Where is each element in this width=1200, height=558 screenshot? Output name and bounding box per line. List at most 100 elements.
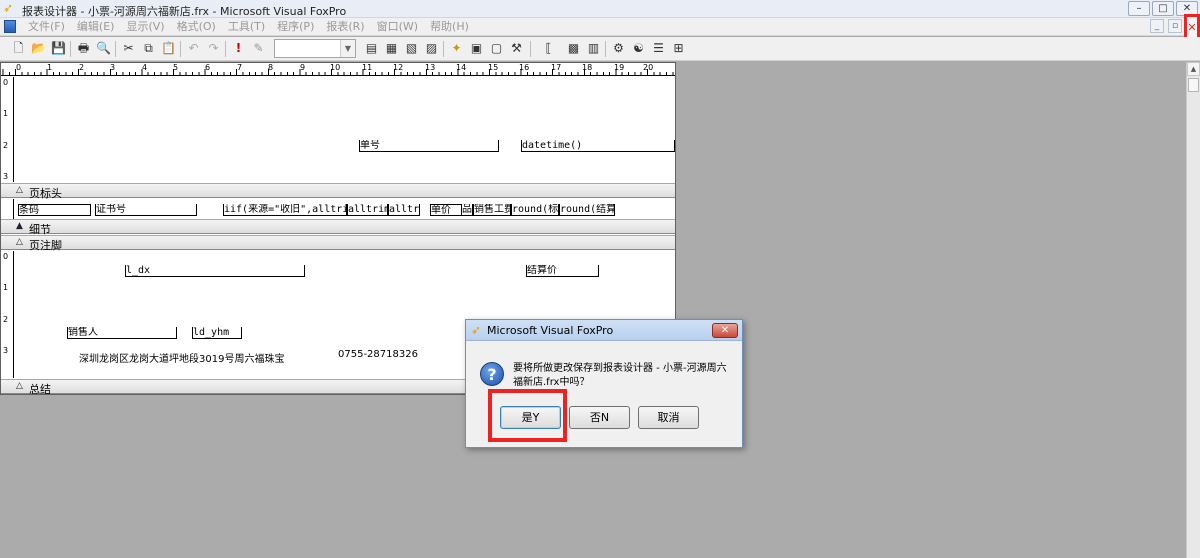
undo-icon[interactable]: ↶: [185, 40, 202, 57]
band-label: 总结: [29, 383, 51, 395]
ruler-number: 0: [3, 78, 9, 87]
layout-icon[interactable]: ▧: [403, 40, 420, 57]
field-alltrim-1[interactable]: alltrim: [347, 204, 388, 216]
ruler-number: 14: [456, 63, 467, 72]
dialog-title-bar: ➶ Microsoft Visual FoxPro ✕: [466, 320, 742, 341]
title-bar: ➶ 报表设计器 - 小票-河源周六福新店.frx - Microsoft Vis…: [0, 0, 1200, 18]
open-folder-icon[interactable]: 📂: [30, 40, 47, 57]
menu-file[interactable]: 文件(F): [22, 20, 71, 34]
field-round-jiesuan[interactable]: round(结算价: [559, 204, 615, 216]
field-tiaoma[interactable]: 条码: [18, 204, 91, 216]
menu-edit[interactable]: 编辑(E): [71, 20, 121, 34]
new-file-icon[interactable]: 🗋: [10, 40, 27, 57]
field-l-dx[interactable]: l_dx: [125, 265, 305, 277]
command-window-icon[interactable]: ⟦: [540, 40, 557, 57]
menu-format[interactable]: 格式(O): [171, 20, 222, 34]
ruler-number: 5: [173, 63, 179, 72]
minimize-button[interactable]: –: [1128, 1, 1150, 16]
menu-help[interactable]: 帮助(H): [424, 20, 475, 34]
ruler-number: 10: [330, 63, 341, 72]
document-icon[interactable]: [4, 20, 16, 33]
field-jiesuanjia[interactable]: 结算价: [526, 265, 599, 277]
data-environment-icon[interactable]: ▤: [363, 40, 380, 57]
code-window-icon[interactable]: ▢: [488, 40, 505, 57]
toolbar-combo[interactable]: ▼: [274, 39, 356, 58]
scroll-up-arrow-icon[interactable]: ▲: [1187, 62, 1200, 76]
object-browser-icon[interactable]: ▥: [585, 40, 602, 57]
copy-icon[interactable]: ⧉: [140, 40, 157, 57]
toolbox-icon[interactable]: ⊞: [670, 40, 687, 57]
field-round-biao[interactable]: round(标: [511, 204, 559, 216]
toolbar-separator: [530, 41, 531, 57]
builder-icon[interactable]: ⚙: [610, 40, 627, 57]
field-xiaoshou-gongfei[interactable]: 销售工费: [473, 204, 511, 216]
paste-icon[interactable]: 📋: [160, 40, 177, 57]
modify-icon[interactable]: ✎: [250, 40, 267, 57]
yes-button-highlight: [488, 389, 567, 442]
menu-report[interactable]: 报表(R): [320, 20, 370, 34]
vertical-ruler: [1, 199, 14, 219]
menu-list: 文件(F) 编辑(E) 显示(V) 格式(O) 工具(T) 程序(P) 报表(R…: [22, 20, 475, 34]
report-controls-icon[interactable]: ▦: [383, 40, 400, 57]
menu-window[interactable]: 窗口(W): [371, 20, 424, 34]
foxpro-app-icon: ➶: [471, 323, 482, 337]
ruler-number: 1: [3, 109, 9, 118]
triangle-up-filled-icon: ▲: [16, 221, 23, 231]
menu-view[interactable]: 显示(V): [120, 20, 170, 34]
toolbar-separator: [115, 41, 116, 57]
field-zhengshuhao[interactable]: 证书号: [95, 204, 197, 216]
band-page-footer[interactable]: △ 页注脚: [1, 235, 675, 252]
field-pin[interactable]: 品: [461, 204, 473, 216]
tools-icon[interactable]: ⚒: [508, 40, 525, 57]
maximize-button[interactable]: □: [1152, 1, 1174, 16]
menu-tools[interactable]: 工具(T): [222, 20, 271, 34]
ruler-number: 11: [362, 63, 373, 72]
print-preview-icon[interactable]: 🔍: [95, 40, 112, 57]
ruler-number: 16: [519, 63, 530, 72]
ruler-number: 3: [3, 172, 9, 181]
ruler-number: 17: [551, 63, 562, 72]
scroll-thumb[interactable]: [1188, 78, 1199, 92]
preview-icon[interactable]: ▨: [423, 40, 440, 57]
ruler-number: 6: [205, 63, 211, 72]
dialog-title: Microsoft Visual FoxPro: [487, 324, 614, 337]
dialog-close-button[interactable]: ✕: [712, 323, 738, 338]
code-references-icon[interactable]: ☯: [630, 40, 647, 57]
vertical-scrollbar[interactable]: ▲: [1186, 62, 1200, 558]
properties-icon[interactable]: ☰: [650, 40, 667, 57]
dialog-message: 要将所做更改保存到报表设计器 - 小票-河源周六福新店.frx中吗？: [513, 363, 727, 388]
field-danhao[interactable]: 单号: [359, 140, 499, 152]
ruler-number: 8: [268, 63, 274, 72]
ruler-number: 13: [425, 63, 436, 72]
save-icon[interactable]: 💾: [50, 40, 67, 57]
cut-icon[interactable]: ✂: [120, 40, 137, 57]
label-address[interactable]: 深圳龙岗区龙岗大道坪地段3019号周六福珠宝: [79, 350, 284, 365]
run-icon[interactable]: !: [230, 40, 247, 57]
menu-program[interactable]: 程序(P): [271, 20, 320, 34]
document-minimize-button[interactable]: _: [1150, 19, 1164, 33]
field-laiyuan[interactable]: iif(来源="收旧",alltri: [223, 204, 347, 216]
print-icon[interactable]: 🖶: [75, 40, 92, 57]
wizard-icon[interactable]: ✦: [448, 40, 465, 57]
band-page-header[interactable]: △ 页标头: [1, 183, 675, 200]
field-xiaoshouren[interactable]: 销售人: [67, 327, 177, 339]
chevron-down-icon[interactable]: ▼: [340, 40, 355, 57]
ruler-number: 15: [488, 63, 499, 72]
redo-icon[interactable]: ↷: [205, 40, 222, 57]
no-button[interactable]: 否N: [569, 406, 630, 429]
class-browser-icon[interactable]: ▩: [565, 40, 582, 57]
toolbar-separator: [225, 41, 226, 57]
cancel-button[interactable]: 取消: [638, 406, 699, 429]
ruler-number: 1: [3, 283, 9, 292]
triangle-up-icon: △: [16, 185, 23, 195]
foxpro-app-icon: ➶: [3, 1, 14, 15]
field-alltrim-2[interactable]: alltri: [388, 204, 420, 216]
band-detail[interactable]: ▲ 细节: [1, 219, 675, 236]
field-ld-yhm[interactable]: ld_yhm: [192, 327, 242, 339]
form-icon[interactable]: ▣: [468, 40, 485, 57]
field-datetime[interactable]: datetime(): [521, 140, 675, 152]
label-phone[interactable]: 0755-28718326: [338, 349, 418, 360]
document-restore-button[interactable]: ▫: [1168, 19, 1182, 33]
toolbar-separator: [180, 41, 181, 57]
standard-toolbar: 🗋 📂 💾 🖶 🔍 ✂ ⧉ 📋 ↶ ↷ ! ✎ ▼ ▤ ▦ ▧ ▨ ✦ ▣ ▢ …: [0, 37, 1200, 61]
